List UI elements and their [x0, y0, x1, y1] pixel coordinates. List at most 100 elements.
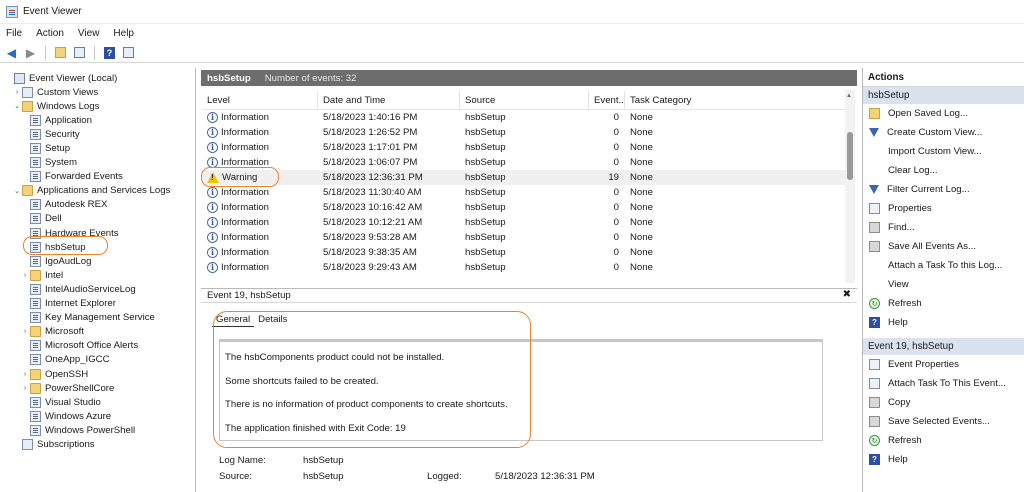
tree-item-custom-views[interactable]: › Custom Views: [0, 85, 195, 99]
table-row[interactable]: i Information 5/18/2023 1:26:52 PM hsbSetup…: [202, 125, 854, 140]
up-folder-icon[interactable]: [53, 45, 68, 60]
tree-item-windows-logs[interactable]: ⌄ Windows Logs: [0, 99, 195, 113]
column-header-level[interactable]: Level: [202, 91, 318, 110]
action-refresh[interactable]: ↻ Refresh: [863, 294, 1024, 313]
action-create-custom-view[interactable]: Create Custom View...: [863, 123, 1024, 142]
action-import-custom-view[interactable]: Import Custom View...: [863, 142, 1024, 161]
expand-chevron-icon[interactable]: ›: [12, 89, 22, 96]
expand-chevron-icon[interactable]: ⌄: [12, 102, 22, 110]
table-row[interactable]: i Information 5/18/2023 9:29:43 AM hsbSetup…: [202, 260, 854, 275]
cell-source: hsbSetup: [465, 172, 506, 183]
tree-item-application[interactable]: Application: [0, 113, 195, 127]
action-save-all-events-as[interactable]: Save All Events As...: [863, 237, 1024, 256]
folder-icon: [22, 100, 33, 112]
table-row[interactable]: Warning5/18/2023 12:36:31 PMhsbSetup19No…: [202, 170, 854, 185]
back-arrow-icon[interactable]: ◀: [4, 45, 19, 60]
action-save-selected-events[interactable]: Save Selected Events...: [863, 412, 1024, 431]
tree-item-dell[interactable]: Dell: [0, 212, 195, 226]
action-clear-log[interactable]: Clear Log...: [863, 161, 1024, 180]
tree-item-igoaudlog[interactable]: IgoAudLog: [0, 254, 195, 268]
box-icon: [869, 359, 880, 370]
tree-item-label: Security: [45, 128, 80, 140]
table-row[interactable]: i Information 5/18/2023 9:53:28 AM hsbSetup…: [202, 230, 854, 245]
tree-item-event-viewer-local[interactable]: Event Viewer (Local): [0, 71, 195, 85]
tree-item-applications-and-services-logs[interactable]: ⌄ Applications and Services Logs: [0, 184, 195, 198]
actions-section-log[interactable]: hsbSetup: [863, 87, 1024, 104]
tree-item-security[interactable]: Security: [0, 127, 195, 141]
log-name-value: hsbSetup: [303, 455, 344, 466]
scrollbar-thumb[interactable]: [847, 132, 853, 180]
action-pane-icon[interactable]: [121, 45, 136, 60]
toolbar-separator: [94, 45, 95, 60]
table-row[interactable]: i Information 5/18/2023 1:17:01 PM hsbSetup…: [202, 140, 854, 155]
action-open-saved-log[interactable]: Open Saved Log...: [863, 104, 1024, 123]
tree-item-system[interactable]: System: [0, 156, 195, 170]
tree-item-key-management-service[interactable]: Key Management Service: [0, 311, 195, 325]
action-help[interactable]: ? Help: [863, 450, 1024, 469]
console-tree-icon[interactable]: [72, 45, 87, 60]
tree-item-windows-azure[interactable]: Windows Azure: [0, 409, 195, 423]
source-label: Source:: [219, 471, 253, 482]
action-filter-current-log[interactable]: Filter Current Log...: [863, 180, 1024, 199]
cell-task-category: None: [630, 217, 653, 228]
column-header-date[interactable]: Date and Time: [318, 91, 460, 110]
close-icon[interactable]: ✖: [843, 289, 851, 300]
menu-action[interactable]: Action: [36, 28, 64, 39]
action-attach-a-task-to-this-log[interactable]: Attach a Task To this Log...: [863, 256, 1024, 275]
help-icon[interactable]: ?: [102, 45, 117, 60]
expand-chevron-icon[interactable]: ›: [20, 385, 30, 392]
column-header-event-id[interactable]: Event...: [589, 91, 625, 110]
table-row[interactable]: i Information 5/18/2023 1:06:07 PM hsbSetup…: [202, 155, 854, 170]
action-view[interactable]: View: [863, 275, 1024, 294]
tree-item-openssh[interactable]: › OpenSSH: [0, 367, 195, 381]
scroll-up-icon[interactable]: ▲: [846, 93, 852, 99]
tree-item-visual-studio[interactable]: Visual Studio: [0, 395, 195, 409]
tree-item-subscriptions[interactable]: Subscriptions: [0, 437, 195, 451]
tree-item-oneapp-igcc[interactable]: OneApp_IGCC: [0, 353, 195, 367]
events-table: Level Date and Time Source Event... Task…: [202, 91, 854, 284]
log-icon: [30, 396, 41, 408]
expand-chevron-icon[interactable]: ›: [20, 272, 30, 279]
expand-chevron-icon[interactable]: ›: [20, 371, 30, 378]
table-row[interactable]: i Information 5/18/2023 11:30:40 AM hsbSetu…: [202, 185, 854, 200]
menu-view[interactable]: View: [78, 28, 100, 39]
action-attach-task-to-this-event[interactable]: Attach Task To This Event...: [863, 374, 1024, 393]
tree-item-autodesk-rex[interactable]: Autodesk REX: [0, 198, 195, 212]
cell-source: hsbSetup: [465, 262, 506, 273]
cell-date: 5/18/2023 11:30:40 AM: [323, 187, 422, 198]
table-row[interactable]: i Information 5/18/2023 9:38:35 AM hsbSetup…: [202, 245, 854, 260]
events-scrollbar[interactable]: ▲: [845, 90, 855, 283]
action-find[interactable]: Find...: [863, 218, 1024, 237]
information-icon: i: [207, 231, 218, 243]
tree-item-intel[interactable]: › Intel: [0, 268, 195, 282]
action-refresh[interactable]: ↻ Refresh: [863, 431, 1024, 450]
menu-file[interactable]: File: [6, 28, 22, 39]
tree-item-internet-explorer[interactable]: Internet Explorer: [0, 297, 195, 311]
actions-section-event[interactable]: Event 19, hsbSetup: [863, 338, 1024, 355]
tree-item-microsoft-office-alerts[interactable]: Microsoft Office Alerts: [0, 339, 195, 353]
log-icon: [30, 128, 41, 140]
table-row[interactable]: i Information 5/18/2023 10:16:42 AM hsbSetu…: [202, 200, 854, 215]
tree-item-microsoft[interactable]: › Microsoft: [0, 325, 195, 339]
table-row[interactable]: i Information 5/18/2023 1:40:16 PM hsbSetup…: [202, 110, 854, 125]
tree-item-forwarded-events[interactable]: Forwarded Events: [0, 170, 195, 184]
log-name-label: Log Name:: [219, 455, 266, 466]
tree-item-windows-powershell[interactable]: Windows PowerShell: [0, 423, 195, 437]
column-header-source[interactable]: Source: [460, 91, 589, 110]
action-event-properties[interactable]: Event Properties: [863, 355, 1024, 374]
action-properties[interactable]: Properties: [863, 199, 1024, 218]
box-icon: [869, 378, 880, 389]
expand-chevron-icon[interactable]: ›: [20, 328, 30, 335]
column-header-task-category[interactable]: Task Category: [625, 91, 854, 110]
tree-item-setup[interactable]: Setup: [0, 141, 195, 155]
cell-task-category: None: [630, 232, 653, 243]
expand-chevron-icon[interactable]: ⌄: [12, 187, 22, 195]
action-help[interactable]: ? Help: [863, 313, 1024, 332]
cell-level: i Information: [202, 201, 318, 213]
tree-item-intelaudioservicelog[interactable]: IntelAudioServiceLog: [0, 282, 195, 296]
menu-help[interactable]: Help: [113, 28, 134, 39]
tree-item-powershellcore[interactable]: › PowerShellCore: [0, 381, 195, 395]
forward-arrow-icon[interactable]: ▶: [23, 45, 38, 60]
action-copy[interactable]: Copy: [863, 393, 1024, 412]
table-row[interactable]: i Information 5/18/2023 10:12:21 AM hsbSetu…: [202, 215, 854, 230]
